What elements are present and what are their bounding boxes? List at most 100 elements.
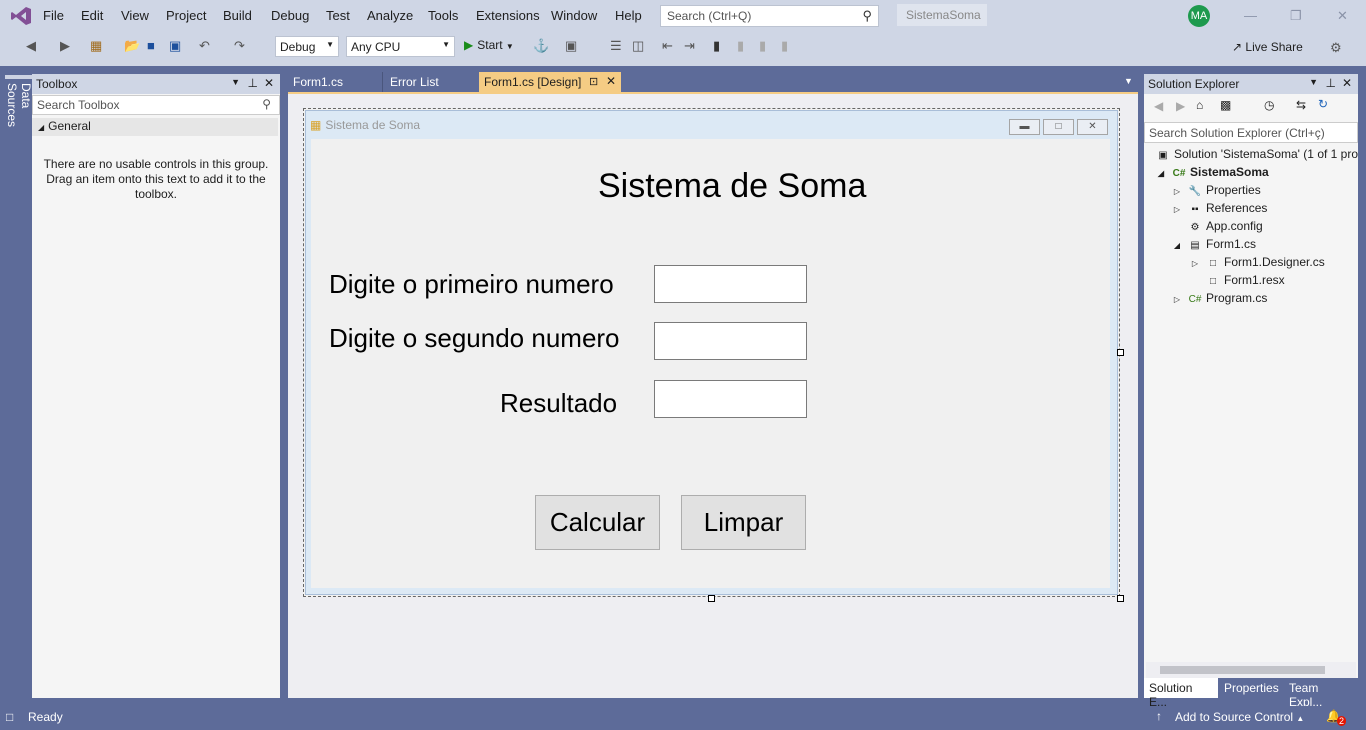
feedback-icon[interactable]: ⚙ [1330,40,1342,56]
resize-handle-right[interactable] [1117,349,1124,356]
toolbox-group-general[interactable]: ◢ General [32,118,278,136]
menu-help[interactable]: Help [615,8,642,23]
menu-analyze[interactable]: Analyze [367,8,413,23]
save-all-icon[interactable]: ▣ [169,38,181,54]
save-icon[interactable]: ■ [147,38,155,53]
tab-solution-explorer[interactable]: Solution E... [1144,678,1218,709]
tab-label: Team Expl... [1289,681,1323,709]
label-primeiro-numero[interactable]: Digite o primeiro numero [329,269,614,300]
chevron-down-icon[interactable]: ▼ [1124,76,1133,86]
new-project-icon[interactable]: ▦ [90,38,102,54]
menu-build[interactable]: Build [223,8,252,23]
close-icon[interactable]: ✕ [1337,8,1348,24]
navigate-forward-icon[interactable]: ▶ [60,38,70,54]
back-icon[interactable]: ◀ [1154,99,1163,113]
close-icon[interactable]: ✕ [264,76,274,90]
tree-app-config[interactable]: ⚙ App.config [1188,219,1263,233]
data-sources-tab[interactable]: Data Sources [5,75,33,145]
form-maximize-icon: □ [1043,119,1074,135]
resize-handle-bottom[interactable] [708,595,715,602]
bookmark-clear-icon[interactable]: ▮ [781,38,788,54]
tree-program[interactable]: ▷ C# Program.cs [1170,291,1267,305]
format-icon[interactable]: ▣ [565,38,577,54]
sync-icon[interactable]: ⇆ [1296,98,1306,112]
navigate-back-icon[interactable]: ◀ [26,38,36,54]
close-icon[interactable]: ✕ [606,74,616,88]
menu-edit[interactable]: Edit [81,8,103,23]
textbox-segundo-numero[interactable] [654,322,807,360]
menu-extensions[interactable]: Extensions [476,8,540,23]
status-bar: □ Ready ↑ Add to Source Control ▲ 🔔 2 [0,706,1366,730]
menu-tools[interactable]: Tools [428,8,458,23]
chevron-down-icon[interactable]: ▼ [231,77,240,87]
browser-link-icon[interactable]: ⚓ [533,38,549,54]
tab-form1-cs[interactable]: Form1.cs [288,72,383,92]
tab-error-list[interactable]: Error List [385,72,478,92]
solution-configuration-select[interactable]: Debug ▼ [275,36,339,57]
toolbox-header: Toolbox ▼ ⊥ ✕ [32,74,280,94]
indent-icon[interactable]: ⇥ [684,38,695,54]
resize-handle-corner[interactable] [1117,595,1124,602]
home-icon[interactable]: ⌂ [1196,98,1203,112]
avatar[interactable]: MA [1188,5,1210,27]
search-input[interactable]: Search (Ctrl+Q) ⚲ [660,5,879,27]
pin-icon[interactable]: ⊥ [248,76,258,90]
calcular-button[interactable]: Calcular [535,495,660,550]
menu-test[interactable]: Test [326,8,350,23]
pin-icon[interactable]: ⊥ [1326,76,1336,90]
refresh-icon[interactable]: ↻ [1318,97,1328,111]
switch-views-icon[interactable]: ▩ [1220,98,1231,112]
start-debugging-button[interactable]: ▶ Start ▼ [464,38,514,52]
label-resultado[interactable]: Resultado [500,388,617,419]
tab-form1-design[interactable]: Form1.cs [Design] ⊡ ✕ [479,72,621,92]
form-minimize-icon: ▬ [1009,119,1040,135]
form-title-text: Sistema de Soma [325,118,421,132]
limpar-button[interactable]: Limpar [681,495,806,550]
menu-project[interactable]: Project [166,8,206,23]
tree-form1-designer[interactable]: ▷ □ Form1.Designer.cs [1188,255,1325,269]
live-share-button[interactable]: ↗ Live Share [1232,40,1303,54]
solution-explorer-search-input[interactable]: Search Solution Explorer (Ctrl+ç) [1144,122,1358,143]
bookmark-prev-icon[interactable]: ▮ [737,38,744,54]
chevron-down-icon[interactable]: ▼ [1309,77,1318,87]
search-placeholder: Search (Ctrl+Q) [667,9,752,23]
tree-project[interactable]: ◢ C# SistemaSoma [1154,165,1269,179]
tab-properties[interactable]: Properties [1219,678,1283,698]
textbox-resultado[interactable] [654,380,807,418]
align-icon[interactable]: ☰ [610,38,622,54]
bookmark-icon[interactable]: ▮ [713,38,720,54]
visual-studio-logo-icon[interactable] [10,6,32,26]
open-folder-icon[interactable]: 📂 [124,38,140,54]
toolbox-search-input[interactable]: Search Toolbox ⚲ [32,95,280,115]
menu-debug[interactable]: Debug [271,8,309,23]
solution-platform-select[interactable]: Any CPU ▼ [346,36,455,57]
menu-view[interactable]: View [121,8,149,23]
minimize-icon[interactable]: — [1244,8,1257,23]
bookmark-next-icon[interactable]: ▮ [759,38,766,54]
forward-icon[interactable]: ▶ [1176,99,1185,113]
restore-icon[interactable]: ❐ [1290,8,1302,24]
scrollbar-thumb[interactable] [1160,666,1325,674]
add-to-source-control-button[interactable]: Add to Source Control ▲ [1175,710,1304,724]
layout-icon[interactable]: ◫ [632,38,644,54]
history-icon[interactable]: ◷ [1264,98,1274,112]
collapsed-icon: ▷ [1173,295,1181,304]
pin-icon[interactable]: ⊡ [589,75,598,88]
tree-form1[interactable]: ◢ ▤ Form1.cs [1170,237,1256,251]
tree-form1-resx[interactable]: □ Form1.resx [1206,273,1285,287]
textbox-primeiro-numero[interactable] [654,265,807,303]
close-icon[interactable]: ✕ [1342,76,1352,90]
outdent-icon[interactable]: ⇤ [662,38,673,54]
tab-team-explorer[interactable]: Team Expl... [1284,678,1360,709]
expanded-icon: ◢ [1173,241,1181,250]
tab-label: Form1.cs [293,75,344,89]
form-heading[interactable]: Sistema de Soma [598,167,866,206]
tree-references[interactable]: ▷ ▪▪ References [1170,201,1267,215]
menu-window[interactable]: Window [551,8,597,23]
tree-solution[interactable]: ▣ Solution 'SistemaSoma' (1 of 1 pro [1156,147,1358,161]
tree-properties[interactable]: ▷ 🔧 Properties [1170,183,1261,197]
undo-icon[interactable]: ↶ [199,38,210,54]
redo-icon[interactable]: ↷ [234,38,245,54]
menu-file[interactable]: File [43,8,64,23]
label-segundo-numero[interactable]: Digite o segundo numero [329,323,620,354]
